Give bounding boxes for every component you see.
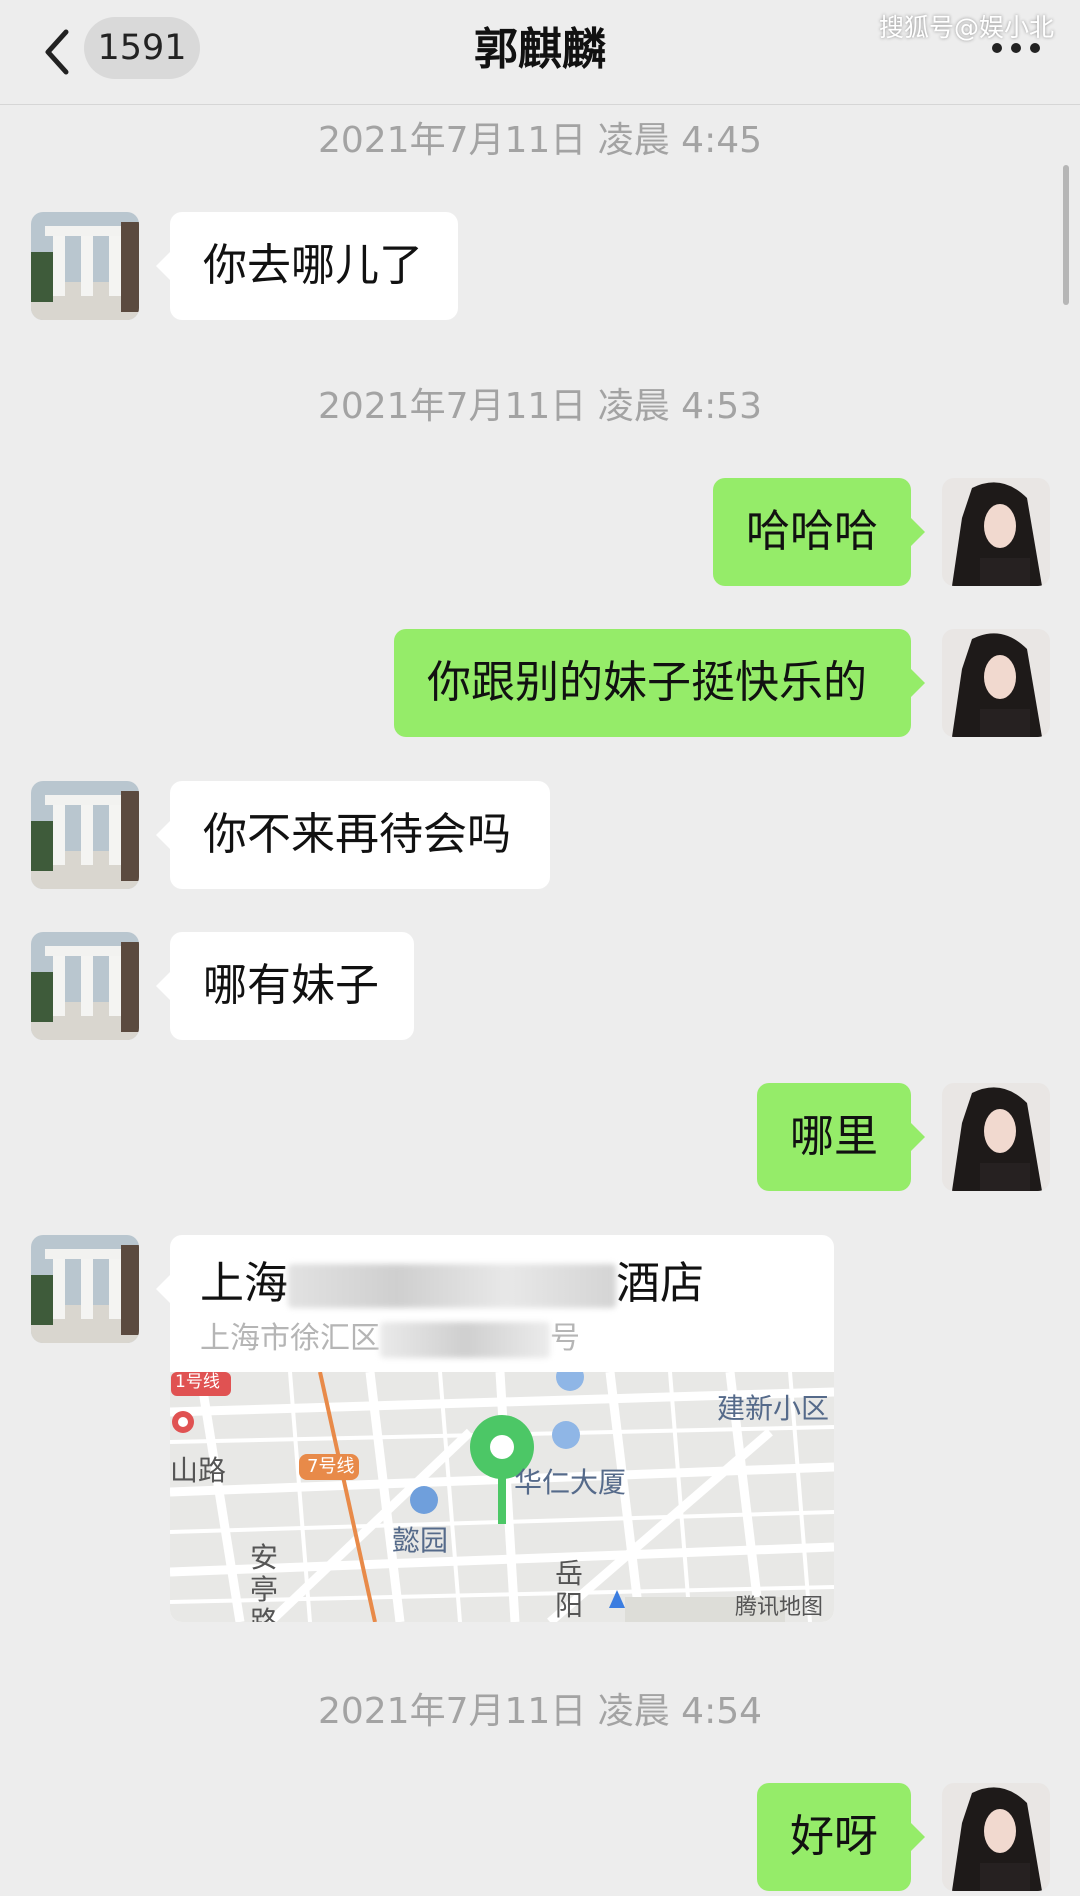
contact-avatar[interactable] — [31, 932, 139, 1040]
map-label-district: 建新小区 — [717, 1392, 830, 1425]
chat-title: 郭麒麟 — [474, 24, 606, 75]
bubble-tail — [156, 1275, 170, 1303]
message-bubble-outgoing[interactable]: 好呀 — [757, 1783, 925, 1891]
user-avatar[interactable] — [942, 1783, 1050, 1891]
map-label-road-vertical: 安亭路 — [250, 1541, 279, 1623]
map-provider-label: 腾讯地图 — [735, 1595, 824, 1620]
user-avatar[interactable] — [942, 629, 1050, 737]
message-bubble-outgoing[interactable]: 你跟别的妹子挺快乐的 — [394, 629, 925, 737]
more-options-icon[interactable] — [988, 35, 1044, 59]
location-title: 上海 酒店 — [200, 1257, 704, 1311]
scrollbar[interactable] — [1063, 165, 1069, 305]
chat-header: 1591 郭麒麟 搜狐号@娱小北 — [0, 0, 1080, 105]
redacted-text — [380, 1321, 550, 1358]
timestamp: 2021年7月11日 凌晨 4:54 — [317, 1691, 763, 1732]
contact-avatar[interactable] — [31, 781, 139, 889]
address-end: 号 — [550, 1321, 580, 1356]
message-bubble-outgoing[interactable]: 哈哈哈 — [713, 478, 925, 586]
map-label-road: 山路 — [170, 1454, 227, 1487]
redacted-text — [288, 1264, 616, 1308]
contact-avatar[interactable] — [31, 212, 139, 320]
location-title-start: 上海 — [200, 1258, 288, 1309]
location-address: 上海市徐汇区 号 — [200, 1321, 580, 1358]
user-avatar[interactable] — [942, 1083, 1050, 1191]
back-chevron-icon[interactable] — [38, 26, 78, 78]
map-preview[interactable]: 1号线 7号线 山路 建新小区 华仁大厦 懿园 安亭路 岳阳路 腾讯地图 — [170, 1363, 834, 1623]
address-start: 上海市徐汇区 — [200, 1321, 380, 1356]
map-label-road-vertical: 岳阳路 — [555, 1557, 584, 1623]
timestamp: 2021年7月11日 凌晨 4:53 — [317, 386, 763, 427]
message-bubble-outgoing[interactable]: 哪里 — [757, 1083, 925, 1191]
metro-line-7-label: 7号线 — [307, 1456, 355, 1477]
location-title-end: 酒店 — [616, 1258, 704, 1309]
timestamp: 2021年7月11日 凌晨 4:45 — [317, 120, 763, 161]
message-bubble-incoming[interactable]: 你不来再待会吗 — [156, 781, 550, 889]
metro-line-1-label: 1号线 — [175, 1372, 220, 1392]
location-message-card[interactable]: 上海 酒店 上海市徐汇区 号 1号线 7号线 山路 建新小区 华仁大厦 懿园 安亭… — [170, 1235, 834, 1622]
map-label-garden: 懿园 — [392, 1524, 449, 1557]
message-bubble-incoming[interactable]: 你去哪儿了 — [156, 212, 458, 320]
contact-avatar[interactable] — [31, 1235, 139, 1343]
message-bubble-incoming[interactable]: 哪有妹子 — [156, 932, 414, 1040]
map-label-building: 华仁大厦 — [514, 1466, 627, 1499]
user-avatar[interactable] — [942, 478, 1050, 586]
unread-count-badge[interactable]: 1591 — [84, 17, 200, 79]
